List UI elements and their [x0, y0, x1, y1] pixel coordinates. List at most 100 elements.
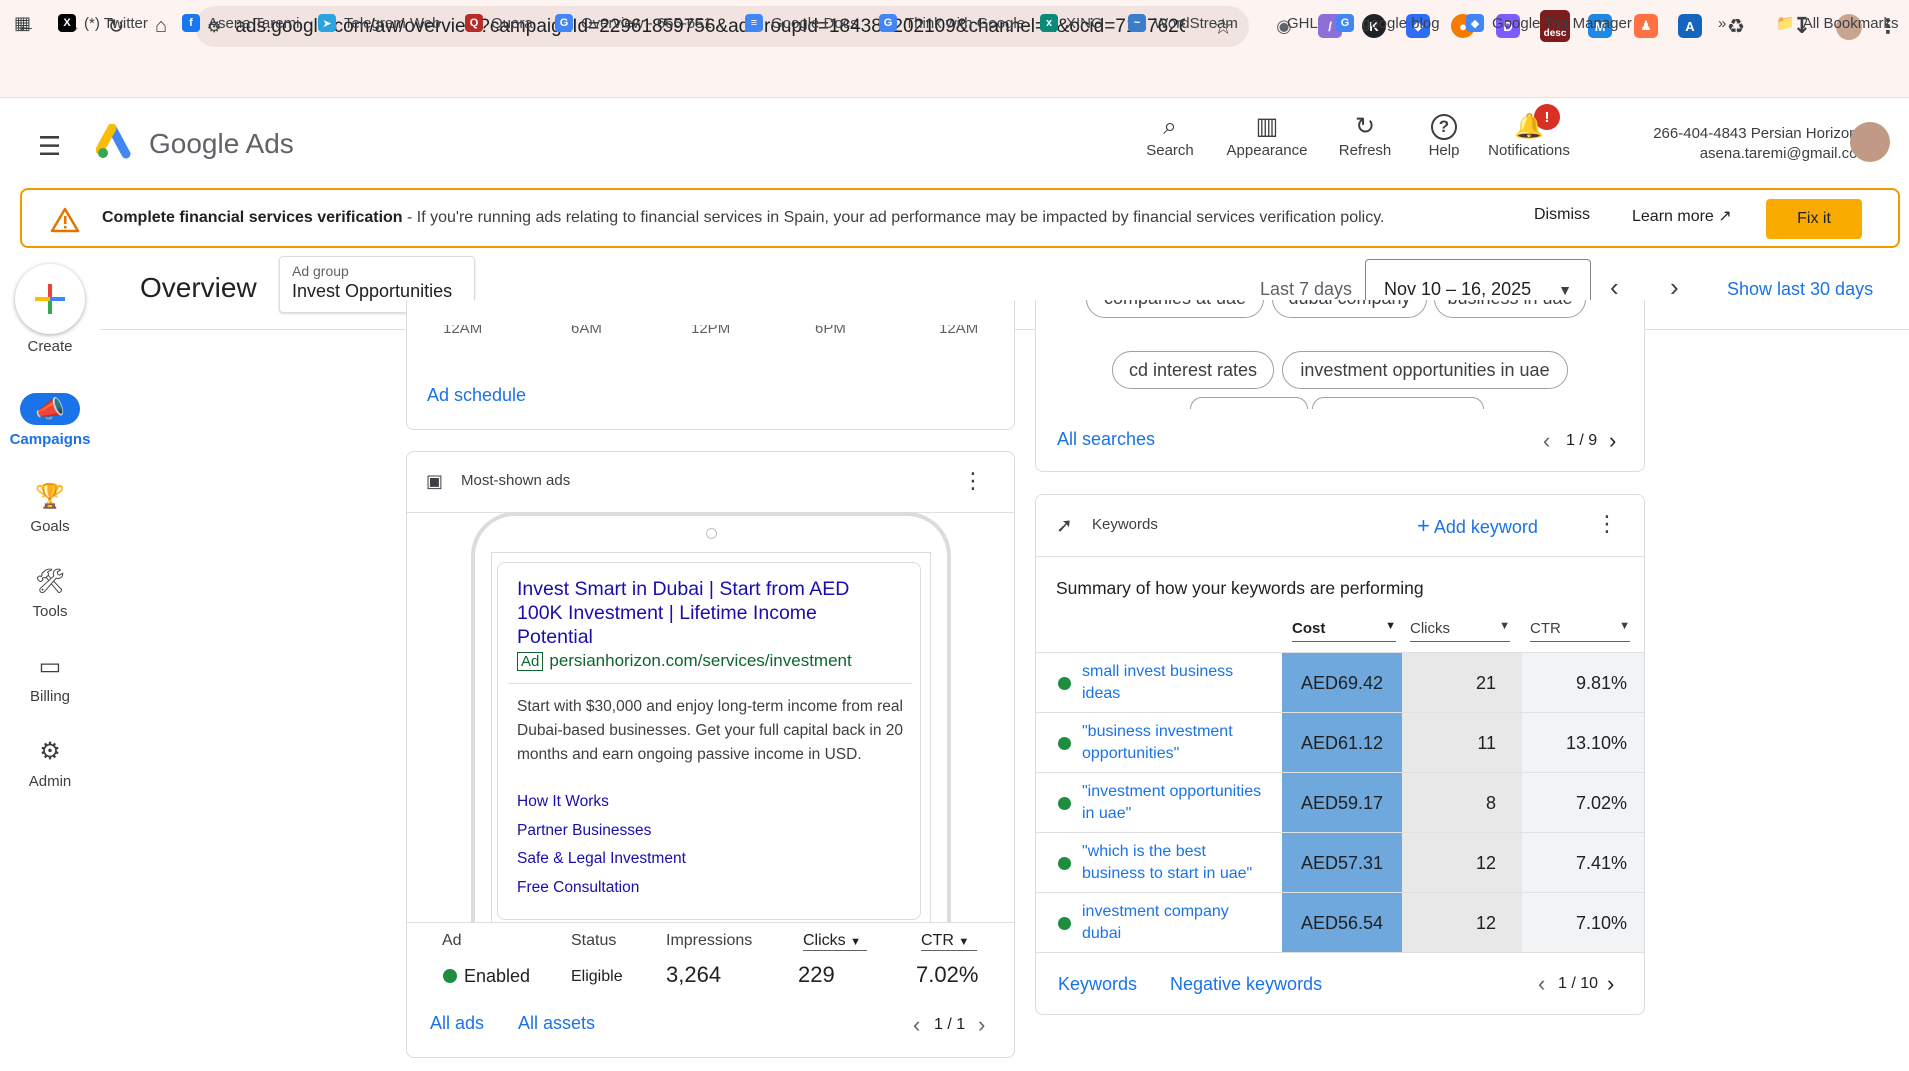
bookmark-item[interactable]: ~ WordStream — [1128, 10, 1238, 36]
search-chip[interactable]: business in uae — [1434, 300, 1586, 318]
fix-it-button[interactable]: Fix it — [1766, 199, 1862, 239]
trophy-icon: 🏆 — [35, 482, 65, 510]
rail-item-admin[interactable]: ⚙ Admin — [0, 735, 100, 791]
keyword-row[interactable]: "which is the best business to start in … — [1036, 832, 1644, 893]
x-icon: X — [58, 14, 76, 32]
ad-headline[interactable]: Invest Smart in Dubai | Start from AED 1… — [517, 577, 897, 649]
add-keyword-button[interactable]: + Add keyword — [1417, 513, 1538, 539]
bookmark-item[interactable]: ➤ Telegram Web — [318, 10, 440, 36]
rail-item-goals[interactable]: 🏆 Goals — [0, 480, 100, 536]
bookmark-item[interactable]: G Think with Google — [879, 10, 1025, 36]
bookmark-label: google blog — [1362, 14, 1440, 32]
next-page-icon[interactable]: › — [978, 1012, 985, 1038]
sitelink[interactable]: Partner Businesses — [517, 817, 686, 846]
next-page-icon[interactable]: › — [1609, 428, 1616, 454]
col-ctr-sort[interactable]: CTR ▼ — [1530, 620, 1630, 642]
next-page-icon[interactable]: › — [1607, 971, 1614, 997]
bookmark-item[interactable]: x XING — [1040, 10, 1103, 36]
keyword-row[interactable]: "investment opportunities in uae" AED59.1… — [1036, 772, 1644, 833]
negative-keywords-link[interactable]: Negative keywords — [1170, 974, 1322, 995]
keyword-name[interactable]: small invest business ideas — [1082, 661, 1272, 705]
header-refresh-button[interactable]: ↻ Refresh — [1320, 112, 1410, 159]
keywords-link[interactable]: Keywords — [1058, 974, 1137, 995]
bookmark-item[interactable]: ≡ Google Docs — [745, 10, 858, 36]
search-chip[interactable]: companies at uae — [1086, 300, 1264, 318]
campaigns-icon: 📣 — [20, 393, 80, 425]
sitelink[interactable]: Safe & Legal Investment — [517, 845, 686, 874]
keywords-menu-icon[interactable]: ⋮ — [1596, 511, 1618, 537]
bookmark-item[interactable]: X (*) Twitter — [58, 10, 148, 36]
account-avatar[interactable] — [1850, 122, 1890, 162]
keyword-name[interactable]: investment company dubai — [1082, 901, 1272, 945]
keyword-name[interactable]: "which is the best business to start in … — [1082, 841, 1272, 885]
divider — [1036, 556, 1644, 557]
keyword-row[interactable]: small invest business ideas AED69.42 21 9.8… — [1036, 652, 1644, 713]
bookmarks-bar — [0, 53, 1909, 98]
rail-item-tools[interactable]: 🛠 Tools — [0, 565, 100, 621]
keyword-name[interactable]: "business investment opportunities" — [1082, 721, 1272, 765]
rail-item-label: Goals — [30, 518, 70, 535]
keyword-row[interactable]: "business investment opportunities" AED61… — [1036, 712, 1644, 773]
search-chip[interactable]: dubai company — [1272, 300, 1427, 318]
header-tool-label: Refresh — [1338, 142, 1392, 159]
header-search-button[interactable]: ⌕ Search — [1125, 112, 1215, 159]
rail-item-label: Campaigns — [9, 431, 91, 448]
bookmark-item[interactable]: G Overview - 665-651... — [555, 10, 724, 36]
col-clicks-sort[interactable]: Clicks ▼ — [803, 932, 867, 951]
all-assets-link[interactable]: All assets — [518, 1013, 595, 1034]
show-last-30-link[interactable]: Show last 30 days — [1727, 279, 1873, 300]
folder-icon: 📁 — [1776, 15, 1795, 32]
home-icon[interactable]: ⌂ — [145, 10, 177, 42]
bookmark-item[interactable]: Ggoogle blog — [1336, 10, 1440, 36]
searches-pager: 1 / 9 — [1566, 432, 1598, 449]
keyword-clicks: 12 — [1402, 893, 1522, 953]
header-tool-label: Help — [1428, 142, 1460, 159]
learn-more-link[interactable]: Learn more ↗ — [1632, 206, 1732, 226]
keyword-cost: AED57.31 — [1282, 833, 1402, 893]
bookmark-item[interactable]: f Asena Taremi — [182, 10, 299, 36]
header-notifications-button[interactable]: 🔔 Notifications — [1484, 112, 1574, 159]
create-button[interactable] — [15, 264, 85, 334]
plus-icon — [35, 284, 65, 314]
prev-page-icon[interactable]: ‹ — [913, 1012, 920, 1038]
prev-page-icon[interactable]: ‹ — [1543, 428, 1550, 454]
search-chip[interactable]: cd interest rates — [1112, 351, 1274, 389]
ad-preview[interactable]: Invest Smart in Dubai | Start from AED 1… — [497, 562, 921, 920]
account-id: 266-404-4843 Persian Horizon... — [1653, 125, 1870, 142]
gear-icon: ⚙ — [39, 737, 61, 765]
bookmark-item[interactable]: GHL — [1287, 10, 1318, 36]
col-clicks-sort[interactable]: Clicks ▼ — [1410, 620, 1510, 642]
sitelink[interactable]: Free Consultation — [517, 874, 686, 903]
enabled-status-dot — [443, 969, 457, 983]
all-ads-link[interactable]: All ads — [430, 1013, 484, 1034]
ads-card-menu-icon[interactable]: ⋮ — [962, 468, 984, 494]
header-appearance-button[interactable]: ▥ Appearance — [1222, 112, 1312, 159]
more-bookmarks-icon[interactable]: » — [1718, 10, 1726, 36]
rail-item-billing[interactable]: ▭ Billing — [0, 650, 100, 706]
bookmark-item[interactable]: Q Quora — [465, 10, 533, 36]
col-status: Status — [571, 932, 617, 949]
rail-item-campaigns[interactable]: 📣 Campaigns — [0, 393, 100, 448]
all-searches-link[interactable]: All searches — [1057, 429, 1155, 450]
previous-period-icon[interactable]: ‹ — [1610, 272, 1619, 303]
all-bookmarks-folder[interactable]: 📁 All Bookmarks — [1776, 10, 1899, 36]
search-chip-partial — [1312, 397, 1484, 409]
next-period-icon[interactable]: › — [1670, 272, 1679, 303]
prev-page-icon[interactable]: ‹ — [1538, 971, 1545, 997]
keyword-row[interactable]: investment company dubai AED56.54 12 7.10% — [1036, 892, 1644, 953]
account-info[interactable]: 266-404-4843 Persian Horizon... asena.ta… — [1580, 124, 1870, 164]
apps-grid-icon[interactable]: ▦ — [14, 10, 31, 36]
chess-ext-icon[interactable]: ♟ — [1634, 14, 1658, 38]
main-menu-icon[interactable]: ☰ — [38, 131, 61, 162]
bookmark-item[interactable]: ◆ Google Tag Manager — [1466, 10, 1632, 36]
a-ext-icon[interactable]: A — [1678, 14, 1702, 38]
col-ctr-sort[interactable]: CTR ▼ — [921, 932, 977, 951]
dismiss-button[interactable]: Dismiss — [1534, 206, 1590, 224]
header-help-button[interactable]: ? Help — [1399, 112, 1489, 159]
extensions-icon[interactable]: ♻ — [1724, 14, 1748, 38]
ad-schedule-link[interactable]: Ad schedule — [427, 385, 526, 406]
keyword-name[interactable]: "investment opportunities in uae" — [1082, 781, 1272, 825]
sitelink[interactable]: How It Works — [517, 788, 686, 817]
search-chip[interactable]: investment opportunities in uae — [1282, 351, 1568, 389]
col-cost-sort[interactable]: Cost ▼ — [1292, 620, 1396, 642]
